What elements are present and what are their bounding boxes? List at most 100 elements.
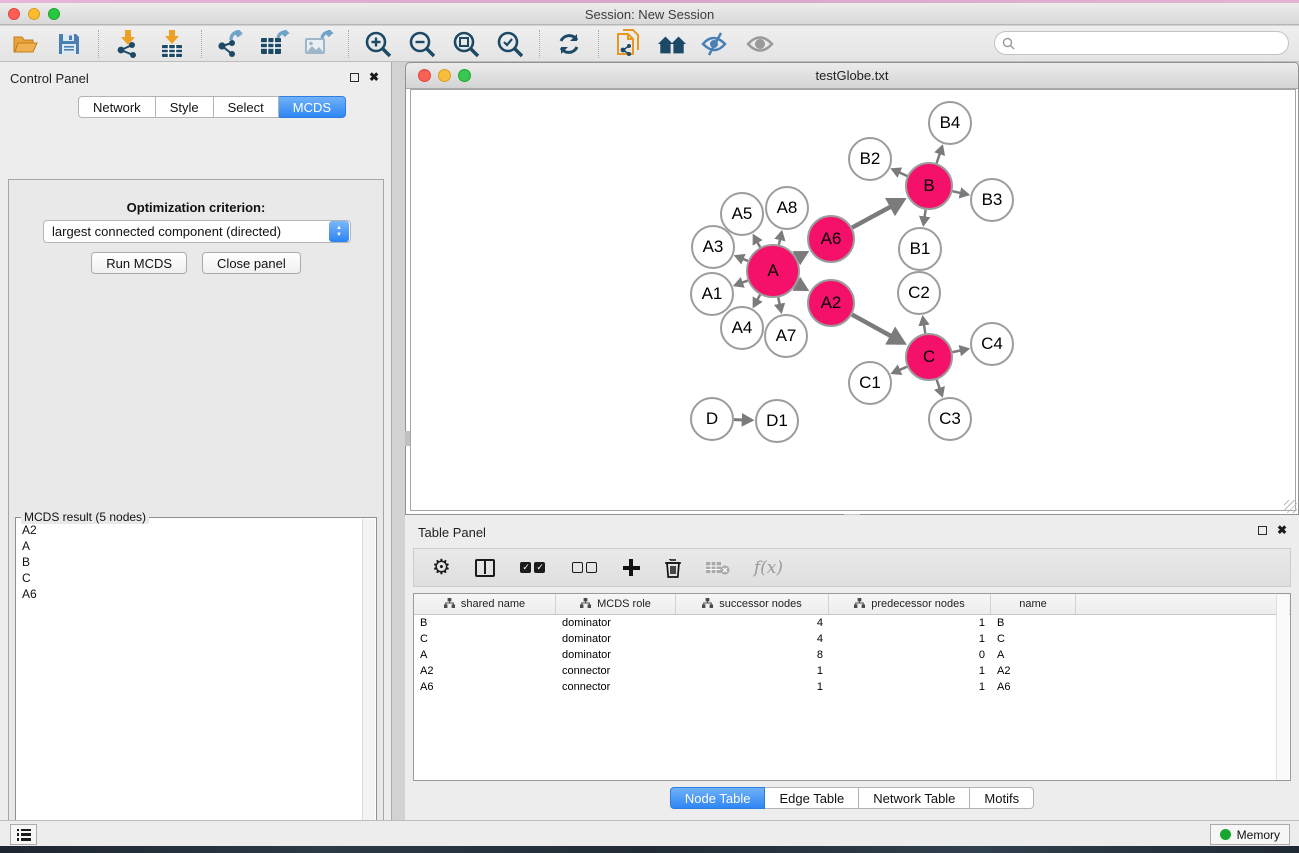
- cell-name[interactable]: A2: [991, 665, 1076, 677]
- cell-predecessor-nodes[interactable]: 1: [829, 665, 991, 677]
- home-icon[interactable]: [657, 30, 687, 58]
- edge-A2-C[interactable]: [852, 315, 892, 337]
- cell-predecessor-nodes[interactable]: 0: [829, 649, 991, 661]
- node-B2[interactable]: B2: [849, 138, 891, 180]
- table-row[interactable]: A6connector11A6: [414, 679, 1290, 695]
- cell-shared-name[interactable]: A2: [414, 665, 556, 677]
- node-C2[interactable]: C2: [898, 272, 940, 314]
- node-A[interactable]: A: [747, 245, 799, 297]
- cell-successor-nodes[interactable]: 4: [676, 633, 829, 645]
- mcds-result-list[interactable]: A2ABCA6: [18, 522, 358, 602]
- result-item[interactable]: C: [22, 570, 358, 586]
- table-row[interactable]: Cdominator41C: [414, 631, 1290, 647]
- edge-C-C1[interactable]: [899, 367, 907, 371]
- tab-style[interactable]: Style: [156, 96, 214, 118]
- cell-shared-name[interactable]: A6: [414, 681, 556, 693]
- select-all-icon[interactable]: [519, 555, 547, 581]
- result-item[interactable]: B: [22, 554, 358, 570]
- search-input[interactable]: [1019, 36, 1288, 50]
- cell-successor-nodes[interactable]: 4: [676, 617, 829, 629]
- node-A8[interactable]: A8: [766, 187, 808, 229]
- node-D[interactable]: D: [691, 398, 733, 440]
- edge-C-C3[interactable]: [937, 380, 940, 389]
- node-C1[interactable]: C1: [849, 362, 891, 404]
- edge-A6-B[interactable]: [852, 206, 892, 228]
- network-window-titlebar[interactable]: testGlobe.txt: [406, 63, 1298, 89]
- network-left-scroll-thumb[interactable]: [405, 431, 410, 446]
- close-panel-icon[interactable]: ✖: [1277, 526, 1287, 535]
- column-view-icon[interactable]: [475, 555, 495, 581]
- tab-node-table[interactable]: Node Table: [670, 787, 766, 809]
- column-header-shared-name[interactable]: shared name: [414, 594, 556, 614]
- node-A2[interactable]: A2: [808, 280, 854, 326]
- float-panel-icon[interactable]: [1258, 526, 1267, 535]
- edge-C-C2[interactable]: [924, 324, 925, 333]
- result-item[interactable]: A2: [22, 522, 358, 538]
- node-A3[interactable]: A3: [692, 226, 734, 268]
- node-B4[interactable]: B4: [929, 102, 971, 144]
- edge-A-A3[interactable]: [742, 259, 748, 261]
- edge-A-A4[interactable]: [757, 295, 760, 301]
- open-file-icon[interactable]: [10, 30, 40, 58]
- node-D1[interactable]: D1: [756, 400, 798, 442]
- tab-edge-table[interactable]: Edge Table: [765, 787, 859, 809]
- cell-mcds-role[interactable]: dominator: [556, 649, 676, 661]
- node-A6[interactable]: A6: [808, 216, 854, 262]
- tab-network[interactable]: Network: [78, 96, 156, 118]
- result-scrollbar[interactable]: [362, 519, 375, 853]
- network-graph[interactable]: B4B2BB3A8A5A6A3B1AC2A1A2A4A7C4CC1C3DD1: [411, 90, 1295, 510]
- edge-A-A6[interactable]: [797, 257, 798, 258]
- network-from-document-icon[interactable]: [613, 30, 643, 58]
- close-panel-icon[interactable]: ✖: [369, 73, 379, 82]
- show-all-icon[interactable]: [745, 30, 775, 58]
- result-item[interactable]: A6: [22, 586, 358, 602]
- column-header-name[interactable]: name: [991, 594, 1076, 614]
- task-history-button[interactable]: [10, 824, 37, 845]
- column-header-predecessor-nodes[interactable]: predecessor nodes: [829, 594, 991, 614]
- export-network-icon[interactable]: [216, 30, 246, 58]
- export-image-icon[interactable]: [304, 30, 334, 58]
- edge-A-A2[interactable]: [797, 284, 798, 285]
- zoom-out-icon[interactable]: [407, 30, 437, 58]
- add-column-icon[interactable]: [623, 555, 640, 581]
- table-row[interactable]: A2connector11A2: [414, 663, 1290, 679]
- zoom-in-icon[interactable]: [363, 30, 393, 58]
- refresh-icon[interactable]: [554, 30, 584, 58]
- table-body[interactable]: Bdominator41BCdominator41CAdominator80AA…: [414, 615, 1290, 695]
- cell-shared-name[interactable]: B: [414, 617, 556, 629]
- node-B[interactable]: B: [906, 163, 952, 209]
- close-panel-button[interactable]: Close panel: [202, 252, 301, 274]
- node-B1[interactable]: B1: [899, 228, 941, 270]
- cell-predecessor-nodes[interactable]: 1: [829, 681, 991, 693]
- node-A1[interactable]: A1: [691, 273, 733, 315]
- table-row[interactable]: Adominator80A: [414, 647, 1290, 663]
- cell-name[interactable]: B: [991, 617, 1076, 629]
- node-C4[interactable]: C4: [971, 323, 1013, 365]
- zoom-fit-icon[interactable]: [451, 30, 481, 58]
- cell-mcds-role[interactable]: dominator: [556, 633, 676, 645]
- cell-name[interactable]: C: [991, 633, 1076, 645]
- cell-successor-nodes[interactable]: 8: [676, 649, 829, 661]
- cell-mcds-role[interactable]: connector: [556, 665, 676, 677]
- optimization-criterion-select[interactable]: largest connected component (directed) ▲…: [43, 220, 351, 243]
- column-header-successor-nodes[interactable]: successor nodes: [676, 594, 829, 614]
- delete-column-icon[interactable]: [664, 555, 682, 581]
- cell-name[interactable]: A6: [991, 681, 1076, 693]
- zoom-selected-icon[interactable]: [495, 30, 525, 58]
- edge-A-A7[interactable]: [778, 297, 780, 305]
- cell-mcds-role[interactable]: dominator: [556, 617, 676, 629]
- edge-A-A1[interactable]: [741, 281, 747, 283]
- import-network-icon[interactable]: [113, 30, 143, 58]
- edge-C-C4[interactable]: [953, 350, 962, 352]
- export-table-icon[interactable]: [260, 30, 290, 58]
- tab-select[interactable]: Select: [214, 96, 279, 118]
- result-item[interactable]: A: [22, 538, 358, 554]
- settings-gear-icon[interactable]: ⚙: [432, 555, 451, 581]
- node-A5[interactable]: A5: [721, 193, 763, 235]
- cell-mcds-role[interactable]: connector: [556, 681, 676, 693]
- table-row[interactable]: Bdominator41B: [414, 615, 1290, 631]
- node-C[interactable]: C: [906, 334, 952, 380]
- memory-button[interactable]: Memory: [1210, 824, 1290, 845]
- deselect-all-icon[interactable]: [571, 555, 599, 581]
- edge-B-B3[interactable]: [952, 191, 961, 193]
